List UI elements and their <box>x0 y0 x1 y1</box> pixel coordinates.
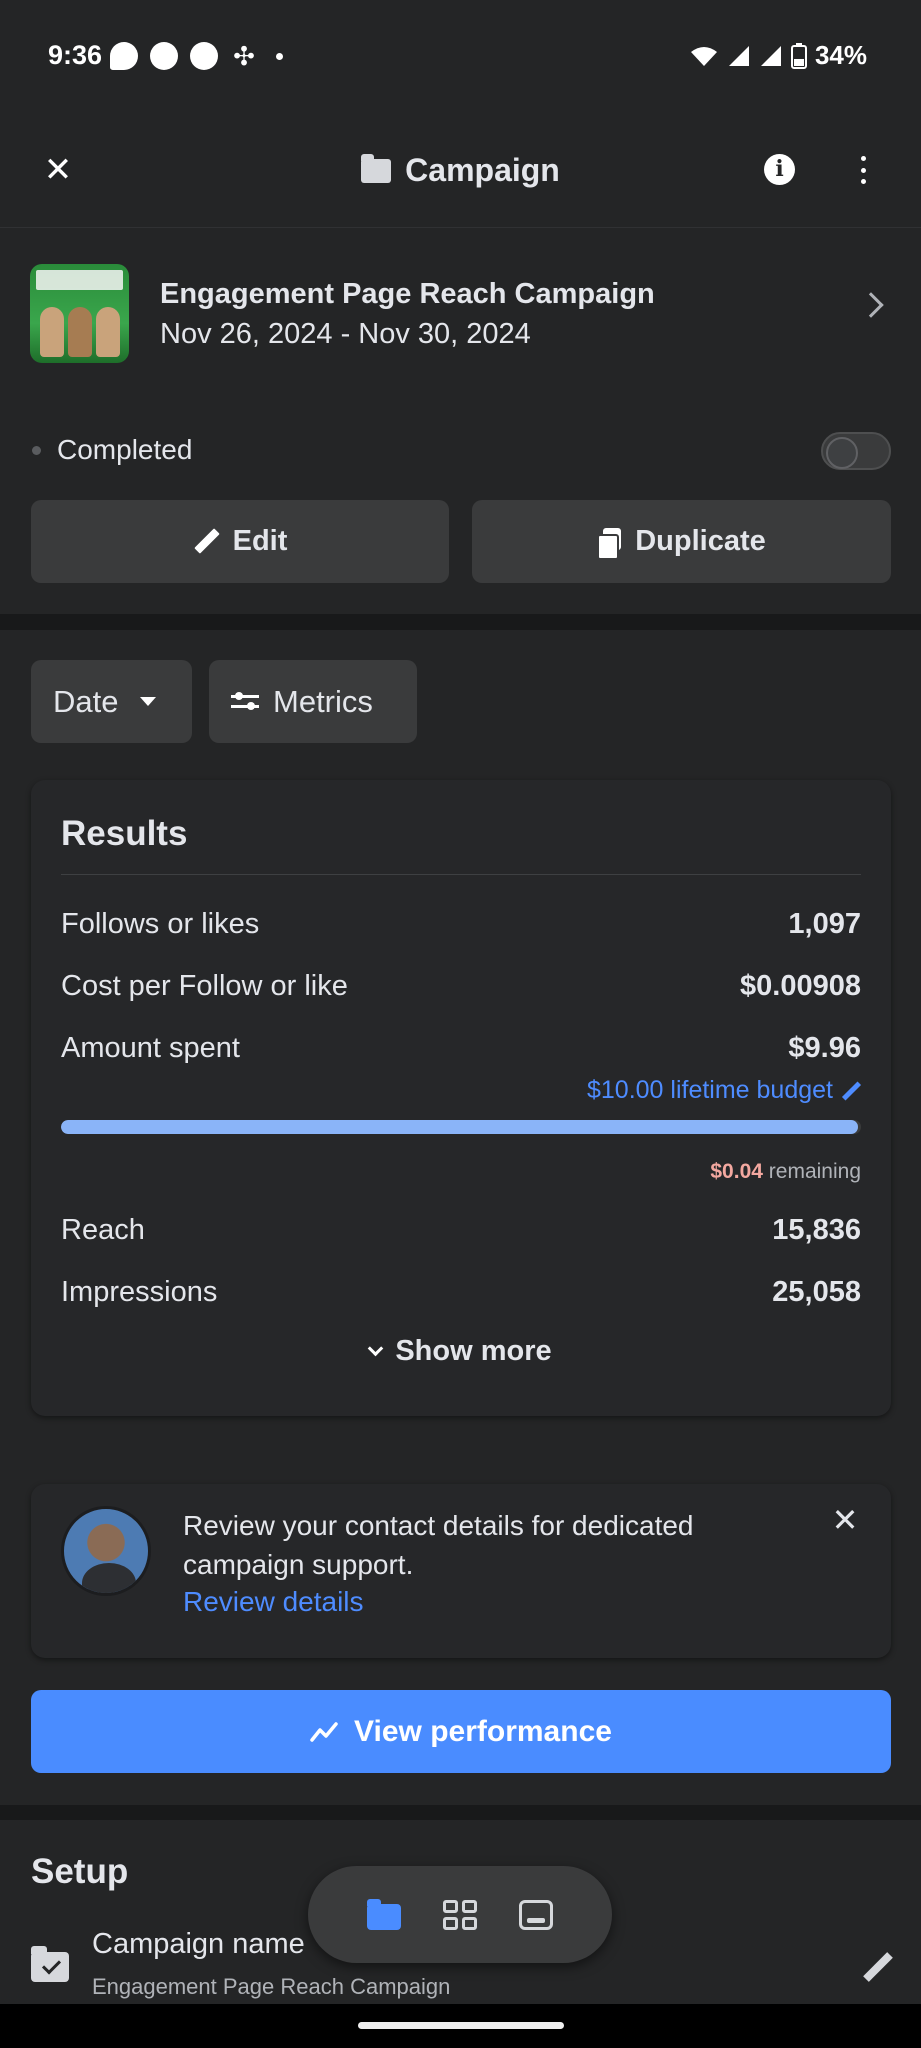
campaign-status: Completed <box>57 434 193 465</box>
facebook-icon <box>150 42 178 70</box>
budget-progress-fill <box>61 1120 858 1134</box>
folder-check-icon <box>31 1946 69 1982</box>
metric-value: $9.96 <box>788 1032 861 1064</box>
campaign-toggle[interactable] <box>821 432 891 470</box>
divider <box>61 874 861 875</box>
battery-icon <box>790 42 807 69</box>
metric-value: 15,836 <box>772 1214 861 1246</box>
results-card: Results Follows or likes 1,097 Cost per … <box>31 780 891 1416</box>
campaign-name-label: Campaign name <box>92 1928 305 1960</box>
date-filter-button[interactable]: Date <box>31 660 192 743</box>
status-bar: 9:36 ✣ 34% <box>0 0 921 110</box>
grid-icon[interactable] <box>443 1899 477 1930</box>
date-filter-label: Date <box>53 683 119 719</box>
campaign-thumbnail <box>30 264 129 363</box>
close-icon[interactable]: ✕ <box>829 1504 861 1536</box>
metrics-filter-label: Metrics <box>273 683 373 719</box>
home-gesture-handle[interactable] <box>358 2022 564 2029</box>
show-more-button[interactable]: Show more <box>31 1335 891 1368</box>
campaign-name[interactable]: Engagement Page Reach Campaign <box>160 278 655 311</box>
wifi-icon <box>690 46 717 66</box>
page-title-text: Campaign <box>405 152 560 188</box>
review-contact-card: Review your contact details for dedicate… <box>31 1484 891 1658</box>
more-vertical-icon[interactable] <box>856 150 870 190</box>
results-section: Date Metrics Results Follows or likes 1,… <box>0 630 921 1805</box>
messenger-icon <box>110 42 138 70</box>
folder-icon <box>361 153 392 183</box>
sliders-icon <box>231 691 259 713</box>
caret-down-icon <box>140 697 157 706</box>
campaign-summary-card: Engagement Page Reach Campaign Nov 26, 2… <box>0 228 921 614</box>
budget-progress-bar <box>61 1120 861 1134</box>
lifetime-budget-link[interactable]: $10.00 lifetime budget <box>587 1076 861 1105</box>
status-dot-icon <box>32 446 41 455</box>
notification-dot <box>276 52 283 60</box>
chevron-right-icon[interactable] <box>858 292 884 318</box>
campaign-name-value: Engagement Page Reach Campaign <box>92 1974 451 1999</box>
status-right: 34% <box>689 40 867 71</box>
status-time: 9:36 <box>48 40 103 70</box>
pencil-icon[interactable] <box>862 1952 892 1982</box>
metric-value: 25,058 <box>772 1276 861 1308</box>
remaining-budget: $0.04 remaining <box>710 1160 861 1184</box>
folder-icon[interactable] <box>367 1898 401 1930</box>
notification-icons: ✣ <box>110 42 283 70</box>
metric-value: 1,097 <box>788 908 861 940</box>
slack-icon: ✣ <box>233 41 255 71</box>
tablet-icon[interactable] <box>519 1899 553 1930</box>
results-title: Results <box>61 814 188 853</box>
pencil-icon <box>193 529 219 555</box>
remaining-suffix: remaining <box>768 1160 861 1183</box>
metric-label: Cost per Follow or like <box>61 970 348 1002</box>
signal-icon <box>760 45 781 66</box>
metric-label: Follows or likes <box>61 908 260 940</box>
view-performance-label: View performance <box>354 1714 612 1748</box>
floating-view-switcher <box>308 1866 612 1963</box>
pencil-icon <box>841 1081 861 1101</box>
lifetime-budget-label: $10.00 lifetime budget <box>586 1076 833 1104</box>
info-icon[interactable]: i <box>764 154 795 185</box>
show-more-label: Show more <box>395 1335 552 1367</box>
edit-button[interactable]: Edit <box>31 500 449 583</box>
metric-value: $0.00908 <box>740 970 861 1002</box>
duplicate-button[interactable]: Duplicate <box>472 500 891 583</box>
signal-icon <box>728 45 749 66</box>
edit-button-label: Edit <box>232 525 288 557</box>
campaign-dates: Nov 26, 2024 - Nov 30, 2024 <box>160 318 531 350</box>
review-details-link[interactable]: Review details <box>183 1586 364 1618</box>
metric-label: Reach <box>61 1214 145 1246</box>
view-performance-button[interactable]: View performance <box>31 1690 891 1773</box>
remaining-amount: $0.04 <box>710 1160 763 1183</box>
review-message: Review your contact details for dedicate… <box>183 1510 694 1580</box>
copy-icon <box>597 527 622 560</box>
duplicate-button-label: Duplicate <box>635 525 766 557</box>
facebook-icon <box>190 42 218 70</box>
top-app-bar: ✕ Campaign i <box>0 110 921 228</box>
battery-percent: 34% <box>814 40 867 70</box>
chevron-down-icon <box>368 1340 384 1357</box>
avatar <box>61 1506 151 1596</box>
metric-label: Impressions <box>61 1276 218 1308</box>
setup-title: Setup <box>31 1852 129 1891</box>
metric-label: Amount spent <box>61 1032 240 1064</box>
metrics-filter-button[interactable]: Metrics <box>209 660 417 743</box>
trend-line-icon <box>310 1721 338 1742</box>
